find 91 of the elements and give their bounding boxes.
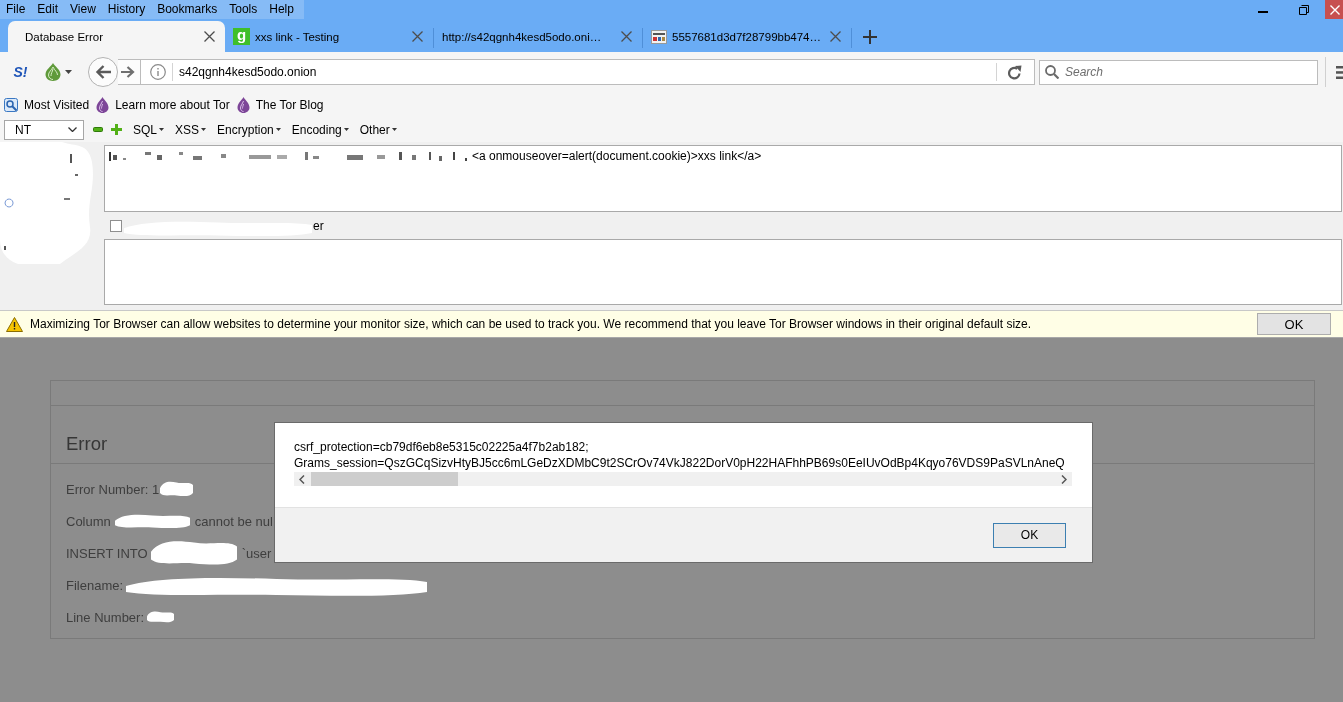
horizontal-scrollbar[interactable] [294, 472, 1072, 486]
menu-item[interactable]: History [101, 0, 152, 19]
url-field[interactable]: <a onmouseover=alert(document.cookie)>xxs link</a> [104, 145, 1342, 212]
scrollbar-thumb[interactable] [311, 472, 458, 486]
caret-icon [391, 128, 397, 131]
back-arrow-icon [95, 65, 111, 79]
menu-item[interactable]: File [0, 0, 32, 19]
menu-item[interactable]: Help [263, 0, 300, 19]
tab-title: 5557681d3d7f28799bb474… [672, 30, 822, 43]
error-detail-text: INSERT INTO [66, 545, 148, 561]
chevron-down-icon [68, 127, 77, 132]
redaction-mark [160, 481, 194, 497]
bookmark-item[interactable]: The Tor Blog [236, 96, 324, 113]
tab-title: Database Error [25, 30, 104, 43]
tab-title: xxs link - Testing [255, 30, 341, 43]
addon-button[interactable]: S! [11, 64, 30, 80]
tab-close-button[interactable] [411, 30, 424, 43]
toolbar-menu[interactable]: Encryption [217, 122, 281, 137]
browser-tab[interactable]: g xxs link - Testing [225, 21, 433, 52]
toolbar-menu[interactable]: XSS [175, 122, 207, 137]
menu-item[interactable]: Bookmarks [151, 0, 224, 19]
cookie-text: csrf_protection=cb79df6eb8e5315c02225a4f7b2ab182; [294, 439, 590, 455]
menu-item[interactable]: Edit [31, 0, 65, 19]
site-icon: g [233, 28, 250, 45]
tab-close-button[interactable] [620, 30, 633, 43]
restore-icon [1299, 4, 1309, 15]
ok-button[interactable]: OK [993, 522, 1066, 548]
onion-icon [96, 96, 110, 113]
error-detail-text: `user [241, 545, 272, 561]
bookmark-item[interactable]: Learn more about Tor [96, 96, 230, 113]
plus-icon [111, 124, 122, 135]
minus-icon [93, 127, 103, 132]
forward-button[interactable] [118, 59, 140, 85]
ok-button[interactable]: OK [1257, 313, 1331, 335]
close-icon [1330, 4, 1340, 15]
tab-close-button[interactable] [203, 30, 216, 43]
search-icon [1045, 64, 1059, 79]
chevron-left-icon [299, 474, 305, 484]
caret-icon [343, 128, 349, 131]
tab-close-button[interactable] [829, 30, 842, 43]
close-icon [204, 31, 215, 42]
magnifier-icon [4, 97, 18, 112]
close-icon [412, 31, 423, 42]
address-text: s42qgnh4kesd5odo.onion [179, 65, 317, 79]
menu-icon [1336, 65, 1343, 79]
increase-button[interactable] [111, 124, 122, 135]
browser-tab[interactable]: http://s42qgnh4kesd5odo.oni… [434, 21, 642, 52]
bookmark-item[interactable]: Most Visited [4, 97, 90, 112]
post-data-field[interactable] [104, 239, 1342, 305]
browser-tab[interactable]: 5557681d3d7f28799bb474… [643, 21, 851, 52]
caret-icon [65, 70, 72, 74]
tab-title: http://s42qgnh4kesd5odo.oni… [442, 30, 603, 43]
toolbar-menu[interactable]: SQL [133, 122, 164, 137]
checkbox-label: er [313, 218, 324, 233]
close-icon [621, 31, 632, 42]
error-detail-text: cannot be nul [194, 513, 273, 529]
plus-icon [863, 29, 877, 44]
address-bar[interactable]: s42qgnh4kesd5odo.onion [140, 59, 1035, 85]
menu-button[interactable] [1336, 65, 1343, 79]
caret-icon [159, 128, 164, 131]
warning-icon [6, 316, 23, 332]
error-detail-text: Line Number: [66, 609, 145, 625]
menu-item[interactable]: Tools [223, 0, 264, 19]
toolbar-menu[interactable]: Encoding [291, 122, 349, 137]
thumbnail-icon [651, 29, 667, 44]
caret-icon [201, 128, 207, 131]
error-detail-text: Column [66, 513, 111, 529]
checkbox[interactable] [110, 219, 122, 232]
dropdown[interactable]: NT [4, 119, 84, 140]
notification-text: Maximizing Tor Browser can allow websites to determine your monitor size, which can be used to track you. We recommend that you leave Tor Browser windows in their original default size. [30, 317, 1032, 331]
error-detail-text: Filename: [66, 577, 124, 593]
tor-menu-button[interactable] [45, 63, 73, 81]
close-icon [830, 31, 841, 42]
onion-icon [45, 63, 61, 81]
redaction-mark [147, 611, 175, 623]
error-detail-text: Error Number: 1 [66, 481, 160, 497]
reload-icon [1007, 64, 1022, 80]
close-button[interactable] [1325, 0, 1343, 19]
onion-icon [236, 96, 250, 113]
toolbar-menu[interactable]: Other [359, 122, 397, 137]
minimize-icon [1258, 10, 1268, 13]
reload-button[interactable] [1007, 64, 1022, 80]
forward-arrow-icon [121, 66, 135, 78]
search-field[interactable]: Search [1039, 59, 1318, 85]
decrease-button[interactable] [93, 127, 103, 132]
back-button[interactable] [88, 57, 118, 87]
chevron-right-icon [1061, 474, 1067, 484]
caret-icon [275, 128, 281, 131]
info-icon [150, 64, 166, 80]
menu-item[interactable]: View [64, 0, 102, 19]
browser-tab[interactable]: Database Error [8, 21, 225, 52]
